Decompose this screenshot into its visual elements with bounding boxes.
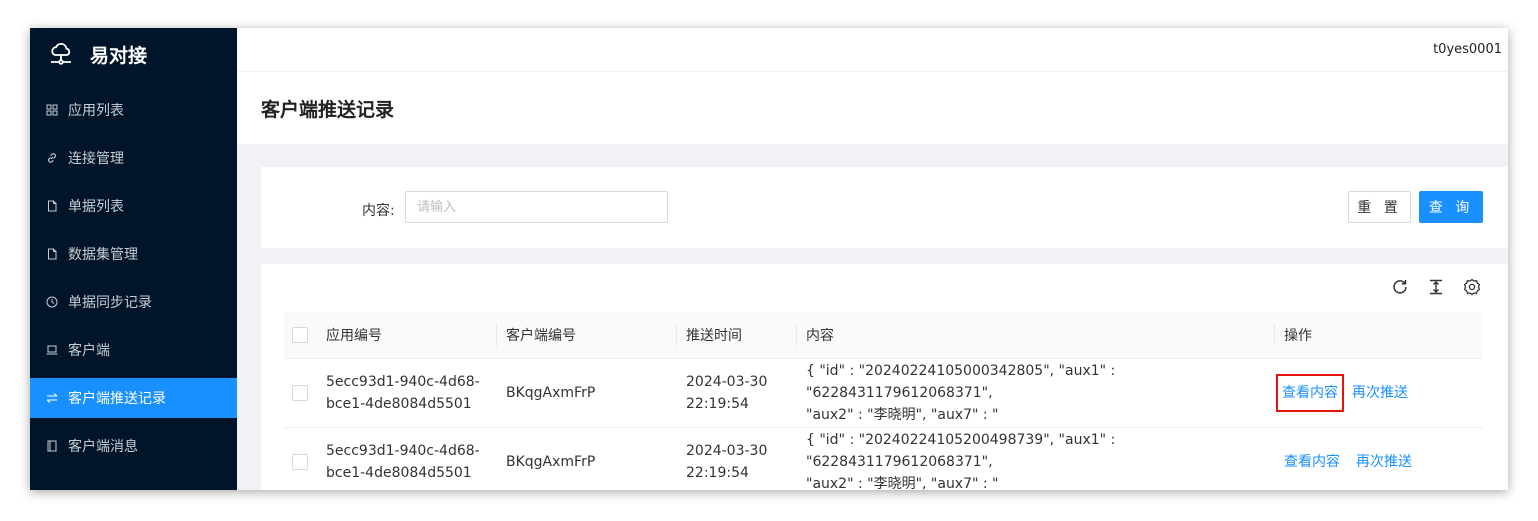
column-header-actions: 操作 xyxy=(1274,312,1483,359)
select-all-cell xyxy=(284,312,316,359)
setting-icon[interactable] xyxy=(1463,278,1481,296)
column-height-icon[interactable] xyxy=(1427,278,1445,296)
repush-link[interactable]: 再次推送 xyxy=(1352,385,1408,401)
sidebar-item-label: 单据同步记录 xyxy=(68,295,152,311)
column-header-push-time: 推送时间 xyxy=(676,312,796,359)
content-search-input[interactable] xyxy=(405,191,668,223)
book-icon xyxy=(46,440,58,452)
sidebar-item-app-list[interactable]: 应用列表 xyxy=(30,90,237,130)
clock-icon xyxy=(46,296,58,308)
app-id-cell: 5ecc93d1-940c-4d68- bce1-4de8084d5501 xyxy=(326,374,480,412)
file-icon xyxy=(46,248,58,260)
app-window: 易对接 应用列表 连接管理 单据列表 数据集管理 单据同步记录 客户端 客户端推… xyxy=(30,28,1508,490)
grid-icon xyxy=(46,104,58,116)
main-content: t0yes0001 客户端推送记录 内容: 重 置 查 询 xyxy=(237,28,1508,490)
app-id-cell: 5ecc93d1-940c-4d68- bce1-4de8084d5501 xyxy=(326,443,480,481)
link-icon xyxy=(46,152,58,164)
client-id-cell: BKqgAxmFrP xyxy=(506,385,596,401)
repush-link[interactable]: 再次推送 xyxy=(1356,454,1412,470)
push-time-cell: 2024-03-30 22:19:54 xyxy=(686,443,768,481)
sidebar-item-sync-records[interactable]: 单据同步记录 xyxy=(30,282,237,322)
column-header-content: 内容 xyxy=(796,312,1274,359)
query-button[interactable]: 查 询 xyxy=(1419,191,1483,223)
column-header-app-id: 应用编号 xyxy=(316,312,496,359)
table-card: 应用编号 客户端编号 推送时间 内容 操作 5ecc93d1-940c-4d68… xyxy=(261,264,1508,490)
content-cell: { "id" : "20240224105200498739", "aux1" … xyxy=(806,432,1116,490)
sidebar-item-label: 客户端 xyxy=(68,343,110,359)
content-label: 内容: xyxy=(362,203,395,219)
push-records-table: 应用编号 客户端编号 推送时间 内容 操作 5ecc93d1-940c-4d68… xyxy=(284,312,1483,490)
reload-icon[interactable] xyxy=(1391,278,1409,296)
sidebar-item-label: 客户端消息 xyxy=(68,439,138,455)
table-header-row: 应用编号 客户端编号 推送时间 内容 操作 xyxy=(284,312,1483,359)
table-toolbar xyxy=(1391,278,1481,296)
content-cell: { "id" : "20240224105000342805", "aux1" … xyxy=(806,363,1116,423)
sidebar-item-label: 单据列表 xyxy=(68,199,124,215)
sidebar-item-documents[interactable]: 单据列表 xyxy=(30,186,237,226)
row-checkbox[interactable] xyxy=(292,454,308,470)
file-icon xyxy=(46,200,58,212)
app-logo[interactable]: 易对接 xyxy=(30,28,237,80)
sidebar-item-datasets[interactable]: 数据集管理 xyxy=(30,234,237,274)
sidebar-item-label: 客户端推送记录 xyxy=(68,391,166,407)
top-header: t0yes0001 xyxy=(237,28,1508,71)
actions-cell: 查看内容 再次推送 xyxy=(1274,374,1483,412)
sidebar-item-label: 应用列表 xyxy=(68,103,124,119)
sidebar-item-label: 数据集管理 xyxy=(68,247,138,263)
user-name[interactable]: t0yes0001 xyxy=(1433,42,1502,57)
view-content-link[interactable]: 查看内容 xyxy=(1284,454,1340,470)
sidebar-item-clients[interactable]: 客户端 xyxy=(30,330,237,370)
table-row: 5ecc93d1-940c-4d68- bce1-4de8084d5501 BKq… xyxy=(284,427,1483,490)
client-id-cell: BKqgAxmFrP xyxy=(506,454,596,470)
row-checkbox[interactable] xyxy=(292,385,308,401)
sidebar-item-client-messages[interactable]: 客户端消息 xyxy=(30,426,237,466)
swap-icon xyxy=(46,392,58,404)
push-time-cell: 2024-03-30 22:19:54 xyxy=(686,374,768,412)
actions-cell: 查看内容 再次推送 xyxy=(1274,451,1483,473)
column-header-client-id: 客户端编号 xyxy=(496,312,676,359)
sidebar-menu: 应用列表 连接管理 单据列表 数据集管理 单据同步记录 客户端 客户端推送记录 … xyxy=(30,90,237,466)
table-row: 5ecc93d1-940c-4d68- bce1-4de8084d5501 BKq… xyxy=(284,358,1483,428)
select-all-checkbox[interactable] xyxy=(292,327,308,343)
view-content-link[interactable]: 查看内容 xyxy=(1276,374,1344,412)
reset-button[interactable]: 重 置 xyxy=(1348,191,1411,223)
cloud-network-icon xyxy=(51,43,71,65)
page-title: 客户端推送记录 xyxy=(261,98,395,121)
laptop-icon xyxy=(46,344,58,356)
page-header: 客户端推送记录 xyxy=(237,72,1508,144)
search-form: 内容: 重 置 查 询 xyxy=(261,167,1508,248)
sidebar-item-client-push-records[interactable]: 客户端推送记录 xyxy=(30,378,237,418)
sidebar-item-label: 连接管理 xyxy=(68,151,124,167)
sidebar-item-connections[interactable]: 连接管理 xyxy=(30,138,237,178)
sidebar: 易对接 应用列表 连接管理 单据列表 数据集管理 单据同步记录 客户端 客户端推… xyxy=(30,28,237,490)
app-name: 易对接 xyxy=(90,44,148,67)
